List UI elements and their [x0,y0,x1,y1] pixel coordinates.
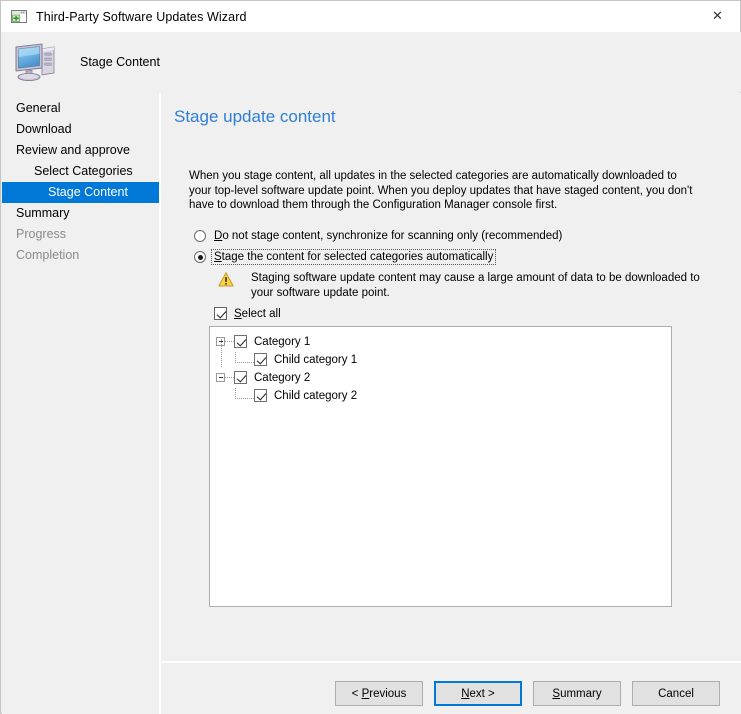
select-all-checkbox-indicator[interactable] [214,307,227,320]
tree-item-checkbox[interactable] [254,353,267,366]
radio-stage-automatically[interactable]: Stage the content for selected categorie… [194,249,497,265]
previous-button[interactable]: < Previous [335,681,423,706]
sidebar-item-label: Download [16,122,72,136]
sidebar-item-label: Summary [16,206,70,220]
sidebar-item-general[interactable]: General [2,98,159,119]
sidebar-item-label: Review and approve [16,143,130,157]
radio-do-not-stage-indicator[interactable] [194,230,206,242]
sidebar-item-stage-content[interactable]: Stage Content [2,182,159,203]
radio-do-not-stage[interactable]: Do not stage content, synchronize for sc… [194,229,562,243]
summary-button[interactable]: Summary [533,681,621,706]
tree-item[interactable]: Child category 1 [210,351,671,367]
sidebar-item-label: Select Categories [34,164,133,178]
sidebar-item-select-categories[interactable]: Select Categories [2,161,159,182]
tree-item-checkbox[interactable] [234,335,247,348]
sidebar-item-label: Progress [16,227,67,241]
wizard-button-bar: < Previous Next > Summary Cancel [161,673,741,714]
sidebar-item-label: Completion [16,248,80,262]
window-title: Third-Party Software Updates Wizard [36,9,247,24]
next-button[interactable]: Next > [434,681,522,706]
sidebar-item-label: Stage Content [48,185,128,199]
tree-item-label: Child category 1 [274,353,358,366]
tree-item-label: Child category 2 [274,389,358,402]
tree-connector [235,387,254,399]
wizard-window-icon [11,9,27,25]
title-bar: Third-Party Software Updates Wizard ✕ [1,1,740,32]
sidebar-item-label: General [16,101,61,115]
tree-connector [221,339,223,367]
intro-paragraph: When you stage content, all updates in t… [189,170,693,211]
sidebar-item-download[interactable]: Download [2,119,159,140]
tree-item[interactable]: Child category 2 [210,387,671,403]
select-all-checkbox[interactable]: Select all [214,307,281,320]
category-tree[interactable]: Category 1 Child category 1 Category 2 Chil… [209,326,672,607]
staging-warning-text: Staging software update content may caus… [251,272,700,299]
cancel-button[interactable]: Cancel [632,681,720,706]
tree-item[interactable]: Category 2 [210,370,671,385]
radio-stage-automatically-indicator[interactable] [194,251,206,263]
radio-do-not-stage-label: Do not stage content, synchronize for sc… [214,230,563,242]
tree-item-label: Category 1 [254,335,311,348]
staging-warning: Staging software update content may caus… [218,271,713,300]
tree-connector [235,351,254,363]
tree-connector [225,376,234,379]
radio-stage-automatically-label: Stage the content for selected categorie… [210,249,497,265]
sidebar-item-completion: Completion [2,245,159,266]
previous-button-label: < Previous [351,687,407,700]
wizard-content-panel: Stage update content When you stage cont… [161,93,741,714]
summary-button-label: Summary [552,687,602,700]
tree-item-checkbox[interactable] [234,371,247,384]
select-all-label: Select all [234,307,281,320]
page-title: Stage update content [174,107,336,126]
tree-item-label: Category 2 [254,371,311,384]
sidebar-item-review-and-approve[interactable]: Review and approve [2,140,159,161]
cancel-button-label: Cancel [658,687,694,700]
tree-connector [225,340,234,343]
close-icon[interactable]: ✕ [695,1,740,31]
tree-item-checkbox[interactable] [254,389,267,402]
computer-icon [13,41,59,83]
tree-item[interactable]: Category 1 [210,334,671,349]
wizard-banner: Stage Content [2,32,741,92]
tree-collapse-icon[interactable] [216,373,225,382]
wizard-step-sidebar: General Download Review and approve Select … [2,93,159,714]
sidebar-item-progress: Progress [2,224,159,245]
sidebar-item-summary[interactable]: Summary [2,203,159,224]
next-button-label: Next > [461,687,495,700]
wizard-window: Third-Party Software Updates Wizard ✕ St… [0,0,741,714]
button-bar-divider [161,661,741,663]
warning-triangle-icon [218,272,234,287]
banner-title: Stage Content [80,55,160,69]
